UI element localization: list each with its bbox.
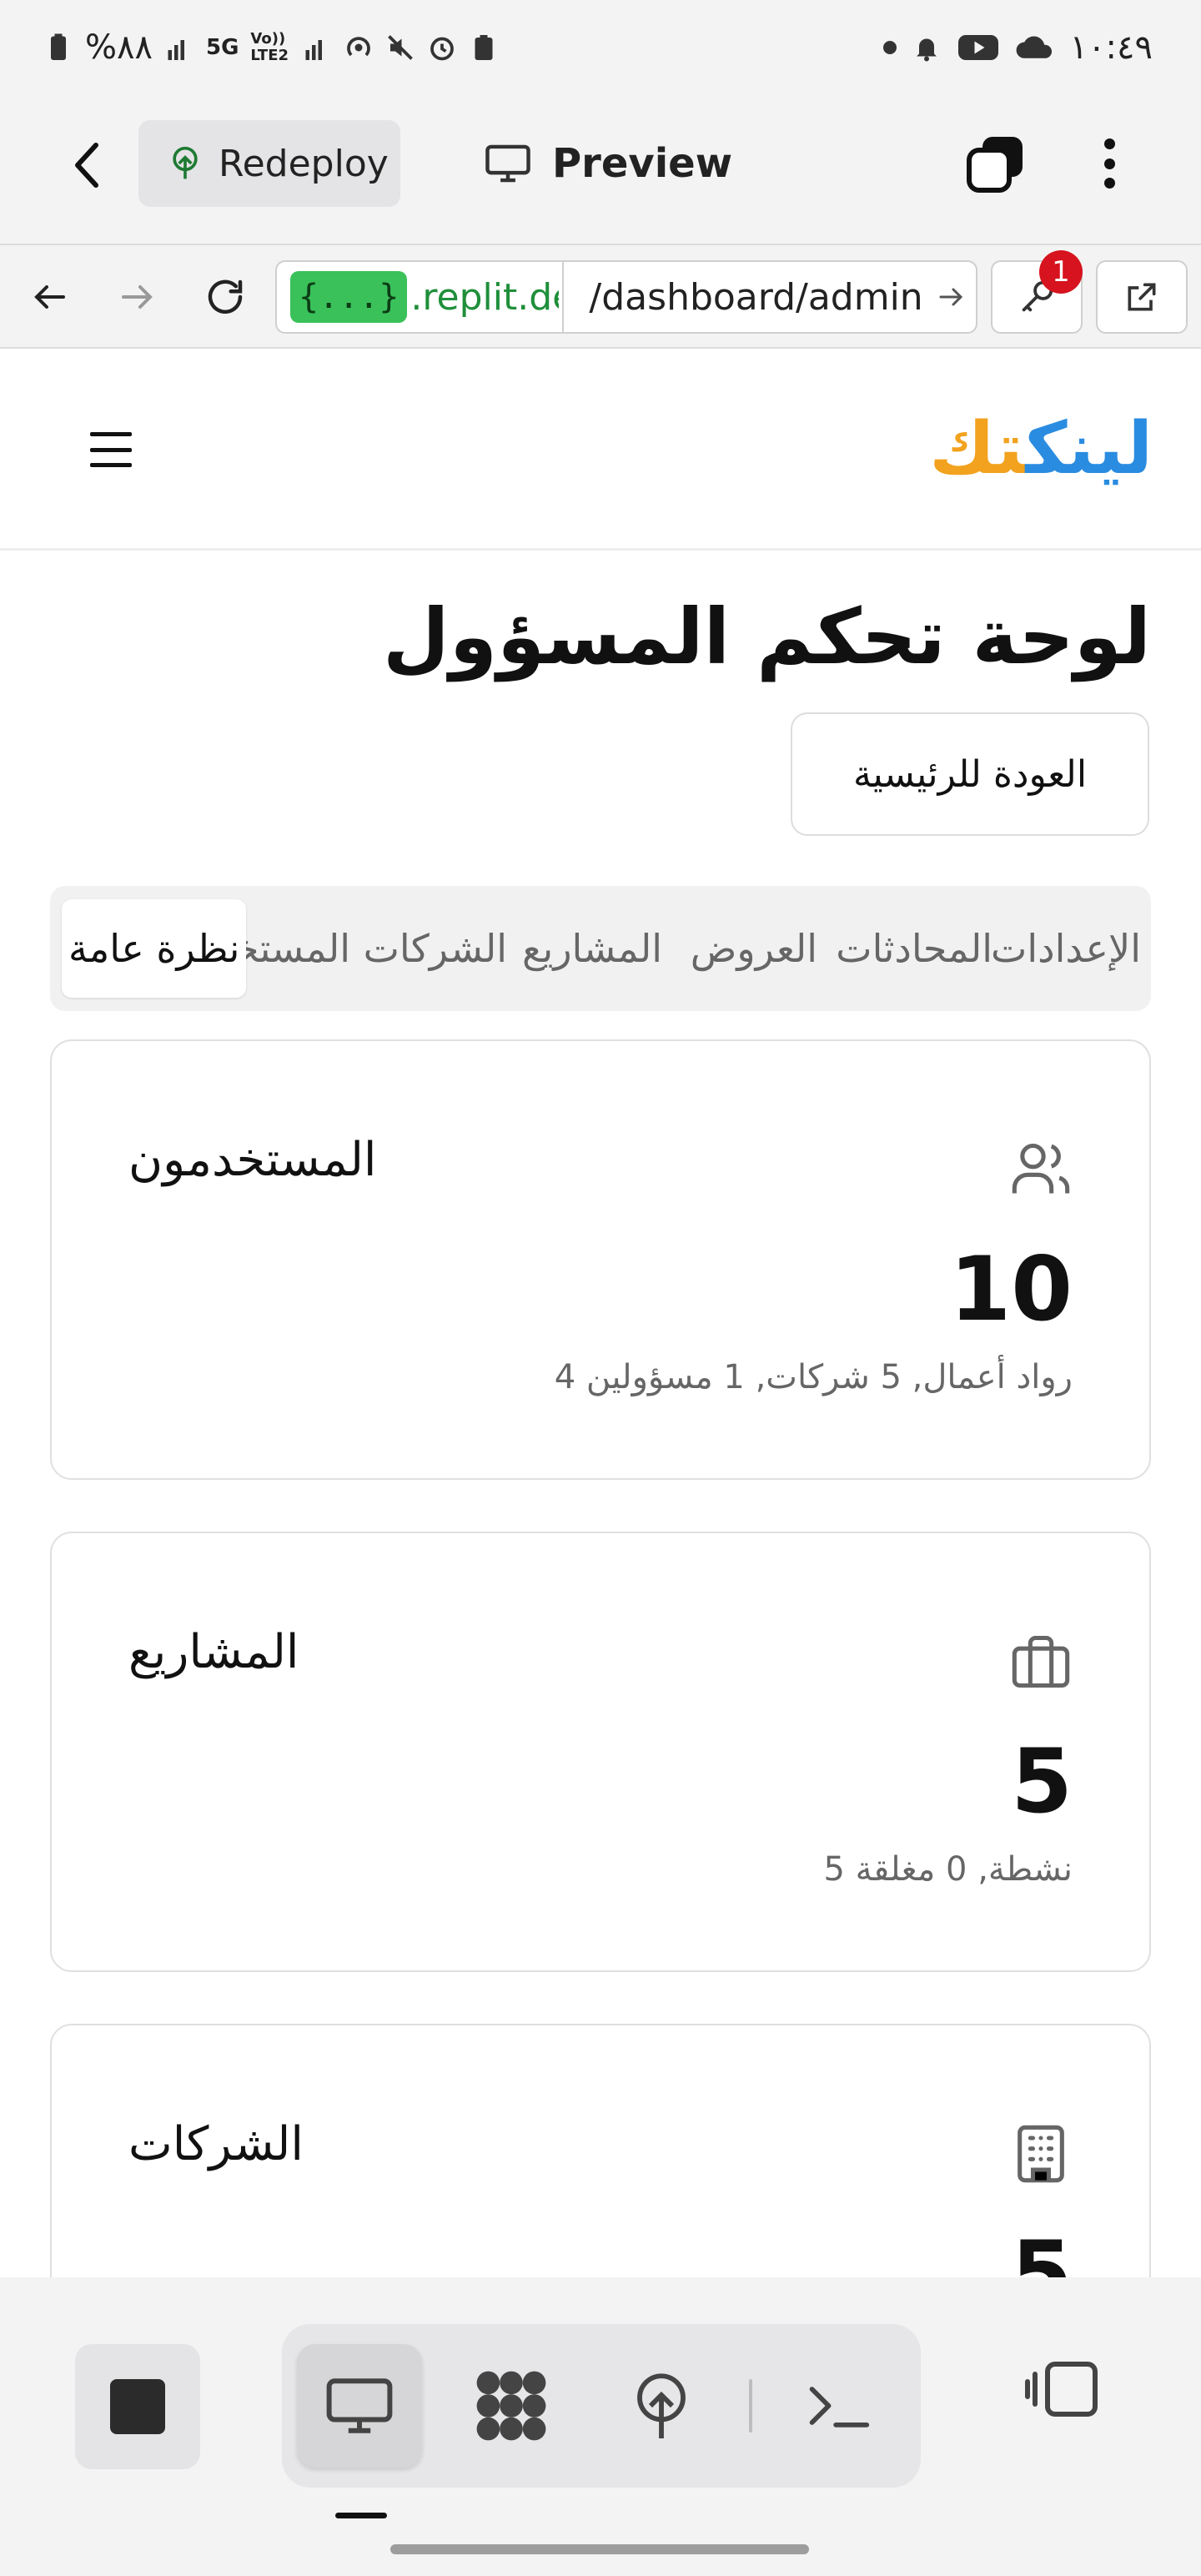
network-5g: 5G <box>205 35 239 60</box>
card-value: 5 <box>1011 1730 1073 1833</box>
card-description: نشطة, 0 مغلقة 5 <box>823 1850 1073 1889</box>
tab-companies[interactable]: الشركات <box>364 886 507 1011</box>
site-header: لينكتك <box>0 349 1201 551</box>
stop-icon <box>110 2379 165 2434</box>
tab-overview[interactable]: نظرة عامة <box>62 899 247 998</box>
webview-tool[interactable] <box>297 2344 422 2468</box>
card-value: 10 <box>949 1238 1073 1341</box>
clock: ١٠:٤٩ <box>1069 28 1153 67</box>
hotspot-icon <box>347 37 371 57</box>
external-link-icon <box>1128 283 1156 311</box>
notification-badge: 1 <box>1039 250 1083 294</box>
nav-forward-button[interactable] <box>110 270 163 324</box>
reload-button[interactable] <box>198 270 252 324</box>
tab-settings[interactable]: الإعدادات <box>991 886 1141 1011</box>
url-go-button[interactable] <box>926 282 976 312</box>
deploy-tool[interactable] <box>599 2344 724 2468</box>
open-external-button[interactable] <box>1096 260 1188 334</box>
url-domain: .replit.de <box>410 275 560 319</box>
terminal-icon <box>809 2387 870 2428</box>
building-icon <box>1018 2125 1064 2183</box>
network-lte: Vo)) LTE2 <box>250 30 289 64</box>
more-options-icon[interactable] <box>1093 133 1126 194</box>
status-bar: %٨٨ 5G Vo)) LTE2 ١٠:٤٩ <box>0 0 1201 100</box>
page-title: لوحة تحكم المسؤول <box>383 592 1151 682</box>
active-tab-indicator <box>335 2513 387 2518</box>
tab-projects[interactable]: المشاريع <box>522 886 662 1011</box>
battery-percent: %٨٨ <box>85 28 153 67</box>
card-title: المستخدمون <box>128 1133 377 1187</box>
tabs-switcher-icon[interactable] <box>966 133 1026 194</box>
battery-icon <box>51 33 66 60</box>
url-divider <box>562 262 565 332</box>
preview-tab[interactable]: Preview <box>484 120 732 207</box>
panel-toggle-button[interactable] <box>1019 2346 1106 2433</box>
back-to-home-button[interactable]: العودة للرئيسية <box>791 712 1149 836</box>
monitor-icon <box>326 2378 393 2433</box>
home-indicator[interactable] <box>390 2544 809 2554</box>
briefcase-icon <box>1012 1635 1070 1688</box>
status-left: %٨٨ 5G Vo)) LTE2 <box>43 28 499 67</box>
chevron-left-icon <box>75 143 98 188</box>
browser-bar: {...} .replit.de /dashboard/admin 1 <box>0 244 1201 349</box>
admin-tabs: الإعدادات المحادثات العروض المشاريع الشر… <box>50 886 1151 1011</box>
stats-card-users: المستخدمون 10 رواد أعمال, 5 شركات, 1 مسؤ… <box>50 1039 1151 1480</box>
card-title: الشركات <box>128 2117 304 2171</box>
menu-icon[interactable] <box>90 432 132 467</box>
stop-button[interactable] <box>75 2344 200 2469</box>
monitor-icon <box>485 144 530 183</box>
alarm-icon <box>430 37 455 61</box>
url-field[interactable]: {...} .replit.de /dashboard/admin <box>275 260 977 334</box>
url-path[interactable]: /dashboard/admin <box>589 276 926 319</box>
status-right: ١٠:٤٩ <box>882 28 1153 67</box>
cloud-icon <box>1016 36 1052 58</box>
logo-part-1: لينك <box>1025 407 1153 491</box>
card-description: رواد أعمال, 5 شركات, 1 مسؤولين 4 <box>554 1358 1073 1396</box>
tool-divider <box>749 2379 752 2433</box>
dot-icon <box>882 41 897 54</box>
arrow-right-icon <box>122 285 153 309</box>
card-title: المشاريع <box>128 1625 299 1679</box>
users-icon <box>1012 1143 1070 1194</box>
arrow-right-icon <box>939 288 963 306</box>
redeploy-button[interactable]: Redeploy <box>138 120 400 207</box>
deploy-icon <box>173 146 198 179</box>
stats-card-projects: المشاريع 5 نشطة, 0 مغلقة 5 <box>50 1532 1151 1972</box>
url-badge: {...} <box>290 271 408 323</box>
bell-icon <box>916 38 937 62</box>
youtube-icon <box>957 35 998 60</box>
preview-label: Preview <box>552 140 733 187</box>
tab-offers[interactable]: العروض <box>691 886 817 1011</box>
clipboard-icon <box>475 35 493 60</box>
redeploy-label: Redeploy <box>219 142 389 185</box>
deploy-icon <box>637 2373 686 2438</box>
apps-tool[interactable] <box>449 2344 574 2468</box>
tool-group <box>282 2324 921 2488</box>
signal-icon-2 <box>305 40 323 60</box>
reload-icon <box>208 279 243 314</box>
site-logo[interactable]: لينكتك <box>929 407 1153 491</box>
mute-icon <box>388 35 414 60</box>
dots-grid-icon <box>476 2371 546 2441</box>
replit-bottom-bar <box>0 2277 1201 2576</box>
secrets-button[interactable]: 1 <box>991 250 1083 334</box>
sidebar-panel-icon <box>1025 2362 1098 2417</box>
signal-icon <box>168 40 184 60</box>
arrow-left-icon <box>34 285 65 309</box>
shell-tool[interactable] <box>776 2344 901 2468</box>
replit-toolbar: Redeploy Preview <box>0 100 1201 244</box>
logo-part-2: تك <box>929 407 1026 491</box>
nav-back-button[interactable] <box>23 270 77 324</box>
back-button[interactable] <box>58 133 117 197</box>
tab-conversations[interactable]: المحادثات <box>836 886 992 1011</box>
